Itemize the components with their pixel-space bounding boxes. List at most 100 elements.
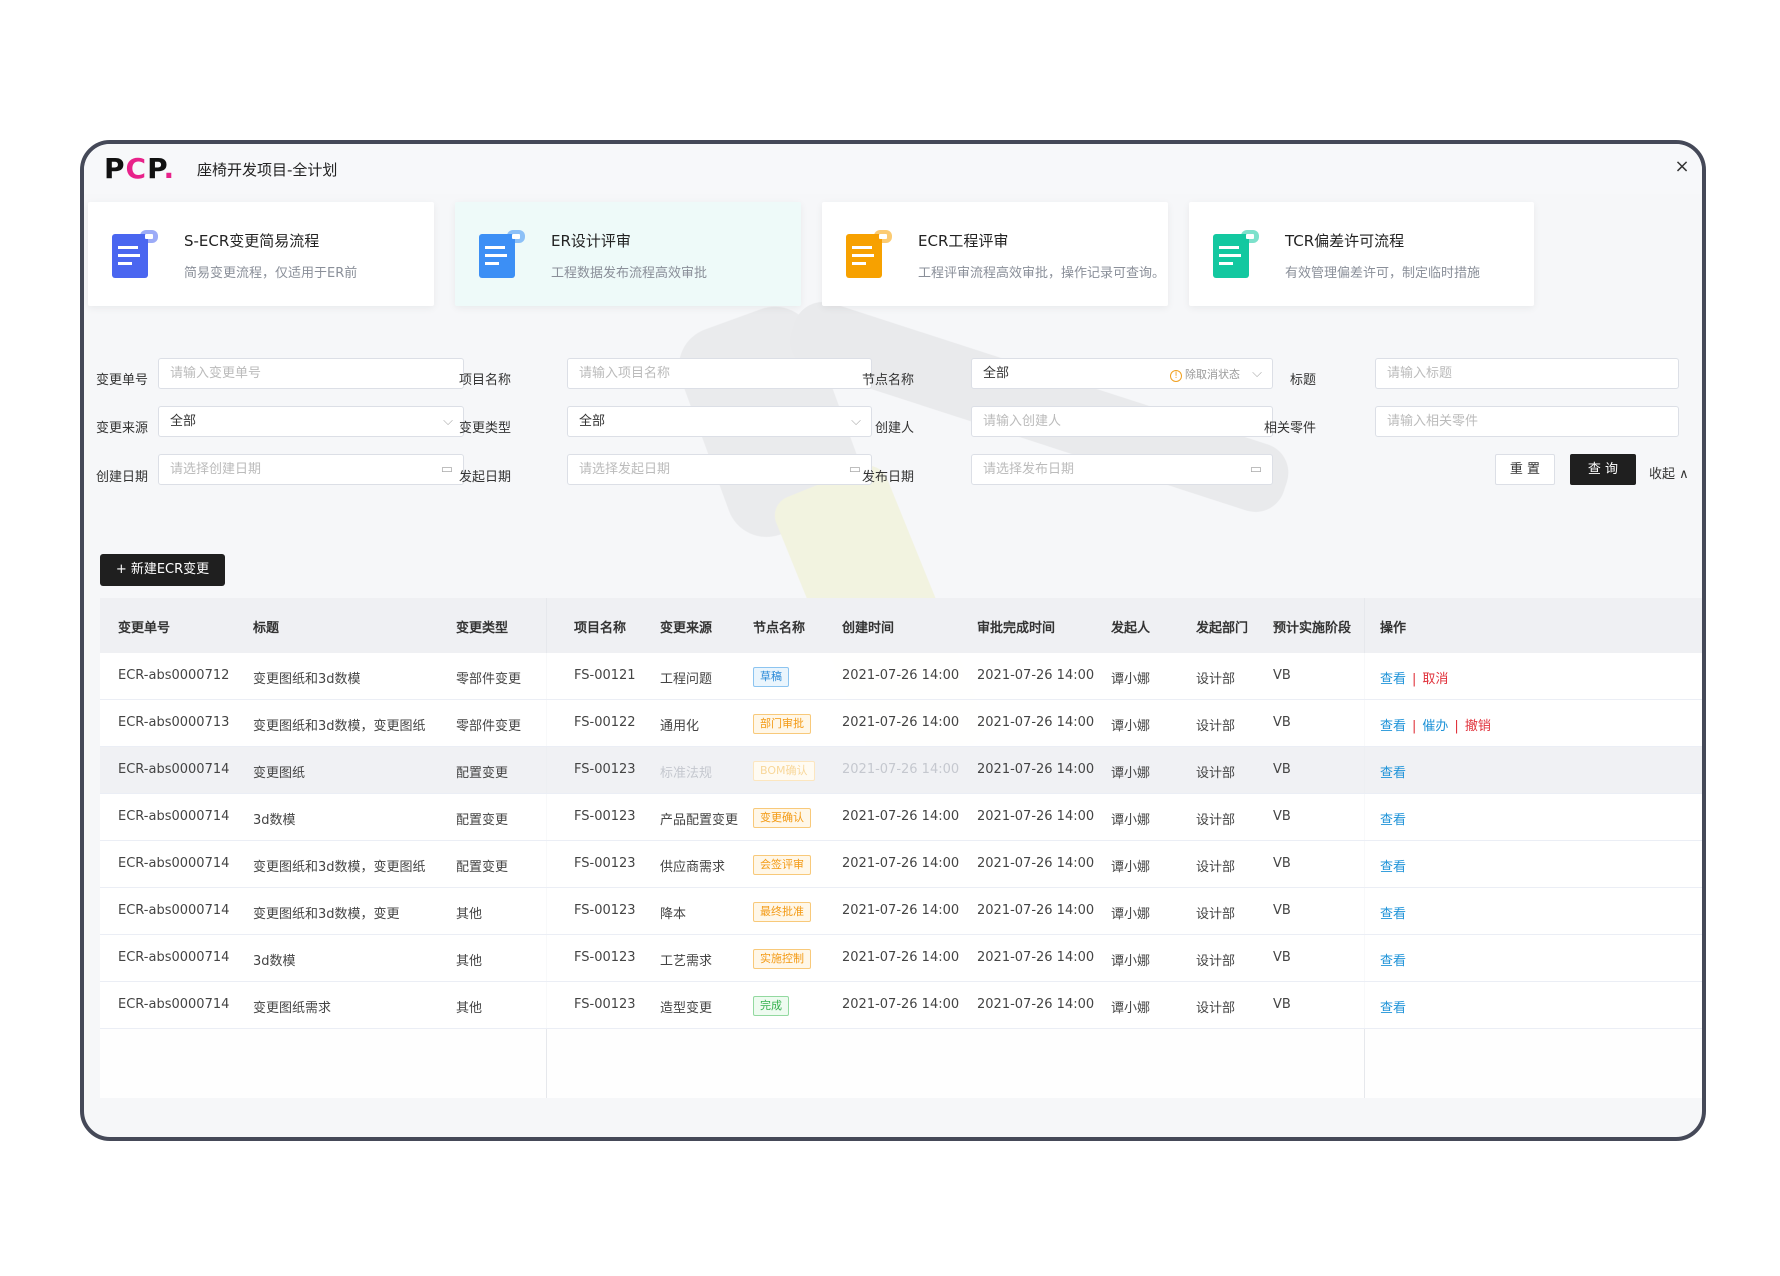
row-action-link[interactable]: 查看	[1380, 954, 1406, 969]
warning-icon: !	[1170, 370, 1182, 382]
process-card[interactable]: TCR偏差许可流程 有效管理偏差许可，制定临时措施	[1189, 202, 1534, 306]
cell-stage: VB	[1273, 762, 1291, 777]
cell-project: FS-00123	[574, 856, 636, 871]
cell-title: 变更图纸	[253, 766, 306, 781]
cell-stage: VB	[1273, 950, 1291, 965]
row-actions: 查看 | 取消	[1380, 668, 1448, 687]
node-name-select[interactable]: 全部 ! 除取消状态 ⌵	[971, 358, 1273, 389]
row-action-link[interactable]: 催办	[1422, 719, 1448, 734]
process-card[interactable]: ECR工程评审 工程评审流程高效审批，操作记录可查询。	[822, 202, 1168, 306]
document-icon	[1213, 230, 1259, 278]
cell-dept: 设计部	[1196, 860, 1236, 875]
cell-dept: 设计部	[1196, 954, 1236, 969]
process-card[interactable]: ER设计评审 工程数据发布流程高效审批	[455, 202, 801, 306]
row-action-link[interactable]: 查看	[1380, 813, 1406, 828]
row-action-link[interactable]: 查看	[1380, 860, 1406, 875]
table-row[interactable]: ECR-abs0000714 变更图纸 配置变更 FS-00123 标准法规 BOM确认 2…	[100, 747, 1702, 794]
row-actions: 查看 | 催办 | 撤销	[1380, 715, 1491, 734]
row-actions: 查看	[1380, 903, 1406, 922]
cell-type: 零部件变更	[456, 672, 522, 687]
change-source-select[interactable]: 全部 ⌵	[158, 406, 464, 437]
action-separator: |	[1454, 719, 1459, 734]
row-action-link[interactable]: 取消	[1422, 672, 1448, 687]
change-type-value: 全部	[579, 414, 606, 429]
status-badge: BOM确认	[753, 761, 815, 781]
column-header: 发起部门	[1196, 621, 1249, 636]
table-row[interactable]: ECR-abs0000714 变更图纸需求 其他 FS-00123 造型变更 完成 2021…	[100, 982, 1702, 1029]
status-badge: 实施控制	[753, 949, 811, 969]
table-row[interactable]: ECR-abs0000712 变更图纸和3d数模 零部件变更 FS-00121 工程问题…	[100, 653, 1702, 700]
creator-input[interactable]: 请输入创建人	[971, 406, 1273, 437]
column-header: 预计实施阶段	[1273, 621, 1352, 636]
cell-approved: 2021-07-26 14:00	[977, 950, 1095, 965]
document-icon	[479, 230, 525, 278]
publish-date-picker[interactable]: 请选择发布日期 ▭	[971, 454, 1273, 485]
cell-approved: 2021-07-26 14:00	[977, 903, 1095, 918]
card-description: 有效管理偏差许可，制定临时措施	[1285, 266, 1481, 281]
publish-date-label: 发布日期	[861, 470, 914, 485]
cell-initiator: 谭小娜	[1111, 813, 1151, 828]
close-icon[interactable]: ×	[1672, 157, 1692, 177]
cell-source: 降本	[660, 907, 687, 922]
query-button[interactable]: 查 询	[1570, 454, 1636, 485]
process-card[interactable]: S-ECR变更简易流程 简易变更流程，仅适用于ER前	[88, 202, 434, 306]
related-parts-input[interactable]: 请输入相关零件	[1375, 406, 1679, 437]
cell-no: ECR-abs0000714	[118, 903, 230, 918]
cell-approved: 2021-07-26 14:00	[977, 668, 1095, 683]
cell-stage: VB	[1273, 809, 1291, 824]
collapse-button[interactable]: 收起 ∧	[1649, 463, 1689, 482]
cell-type: 配置变更	[456, 813, 509, 828]
cell-approved: 2021-07-26 14:00	[977, 715, 1095, 730]
cell-created: 2021-07-26 14:00	[842, 950, 960, 965]
table-row[interactable]: ECR-abs0000713 变更图纸和3d数模，变更图纸 零部件变更 FS-0012…	[100, 700, 1702, 747]
pcp-logo: PCP.	[104, 152, 176, 185]
table-row[interactable]: ECR-abs0000714 3d数模 其他 FS-00123 工艺需求 实施控制 2021…	[100, 935, 1702, 982]
card-description: 简易变更流程，仅适用于ER前	[184, 266, 358, 281]
cell-created: 2021-07-26 14:00	[842, 809, 960, 824]
node-name-value: 全部	[983, 366, 1010, 381]
cell-approved: 2021-07-26 14:00	[977, 997, 1095, 1012]
cell-initiator: 谭小娜	[1111, 860, 1151, 875]
row-actions: 查看	[1380, 950, 1406, 969]
table-row[interactable]: ECR-abs0000714 变更图纸和3d数模，变更图纸 配置变更 FS-00123…	[100, 841, 1702, 888]
cell-dept: 设计部	[1196, 907, 1236, 922]
row-action-link[interactable]: 撤销	[1465, 719, 1491, 734]
launch-date-label: 发起日期	[458, 470, 511, 485]
project-title: 座椅开发项目-全计划	[197, 161, 338, 179]
row-action-link[interactable]: 查看	[1380, 672, 1406, 687]
document-icon	[846, 230, 892, 278]
change-no-input[interactable]: 请输入变更单号	[158, 358, 464, 389]
cell-type: 配置变更	[456, 860, 509, 875]
row-action-link[interactable]: 查看	[1380, 766, 1406, 781]
cell-no: ECR-abs0000714	[118, 997, 230, 1012]
table-header: 变更单号 标题 变更类型 项目名称 变更来源 节点名称 创建时间 审批完成时间 发起人 发起部门 预…	[100, 598, 1702, 653]
row-action-link[interactable]: 查看	[1380, 719, 1406, 734]
table-row[interactable]: ECR-abs0000714 变更图纸和3d数模，变更 其他 FS-00123 降本 最终…	[100, 888, 1702, 935]
top-bar: PCP. 座椅开发项目-全计划 ×	[84, 144, 1702, 194]
column-header: 发起人	[1111, 621, 1151, 636]
cell-created: 2021-07-26 14:00	[842, 997, 960, 1012]
new-ecr-button[interactable]: + 新建ECR变更	[100, 554, 225, 586]
collapse-label: 收起	[1649, 467, 1676, 482]
cell-stage: VB	[1273, 903, 1291, 918]
project-name-input[interactable]: 请输入项目名称	[567, 358, 872, 389]
column-header: 创建时间	[842, 621, 895, 636]
cell-title: 变更图纸和3d数模，变更图纸	[253, 860, 426, 875]
change-type-select[interactable]: 全部 ⌵	[567, 406, 872, 437]
title-input[interactable]: 请输入标题	[1375, 358, 1679, 389]
reset-button[interactable]: 重 置	[1495, 454, 1555, 485]
launch-date-picker[interactable]: 请选择发起日期 ▭	[567, 454, 872, 485]
cell-title: 变更图纸和3d数模	[253, 672, 361, 687]
cell-project: FS-00122	[574, 715, 636, 730]
related-parts-label: 相关零件	[1263, 421, 1316, 436]
app-window: PCP. 座椅开发项目-全计划 × S-ECR变更简易流程 简易变更流程，仅适用于…	[80, 140, 1706, 1141]
document-icon	[112, 230, 158, 278]
row-action-link[interactable]: 查看	[1380, 907, 1406, 922]
create-date-picker[interactable]: 请选择创建日期 ▭	[158, 454, 464, 485]
row-action-link[interactable]: 查看	[1380, 1001, 1406, 1016]
cell-stage: VB	[1273, 668, 1291, 683]
table-row[interactable]: ECR-abs0000714 3d数模 配置变更 FS-00123 产品配置变更 变更确认…	[100, 794, 1702, 841]
plus-icon: +	[115, 562, 131, 577]
cell-initiator: 谭小娜	[1111, 954, 1151, 969]
node-name-label: 节点名称	[861, 373, 914, 388]
